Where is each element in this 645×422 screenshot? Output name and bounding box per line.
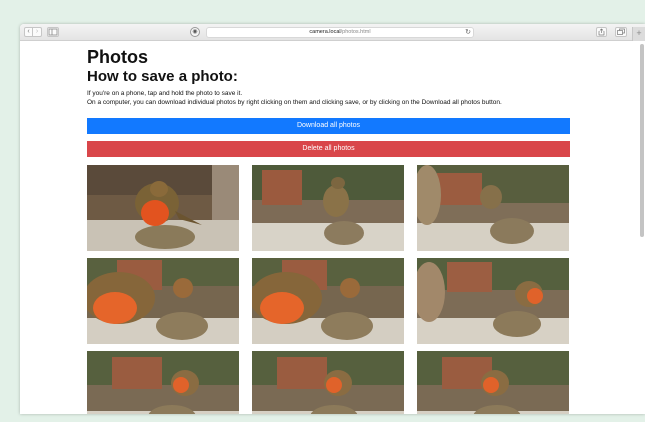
page-body: Photos How to save a photo: If you're on… [87, 41, 570, 414]
instruction-phone: If you're on a phone, tap and hold the p… [87, 90, 243, 97]
page-subtitle: How to save a photo: [87, 68, 238, 85]
photo-thumbnail[interactable] [87, 165, 239, 251]
page-content: Photos How to save a photo: If you're on… [20, 41, 645, 414]
photo-thumbnail[interactable] [417, 165, 569, 251]
page-title: Photos [87, 47, 148, 67]
browser-window: ‹ › ◉ camera.local/photos.html ↻ + Photo… [20, 24, 645, 414]
browser-toolbar: ‹ › ◉ camera.local/photos.html ↻ + [20, 24, 645, 41]
reload-icon[interactable]: ↻ [465, 28, 471, 37]
share-icon[interactable] [596, 27, 607, 37]
address-bar[interactable]: camera.local/photos.html ↻ [206, 27, 474, 38]
instruction-computer: On a computer, you can download individu… [87, 99, 502, 106]
photo-grid [87, 165, 570, 414]
photo-thumbnail[interactable] [87, 351, 239, 414]
plus-icon[interactable]: + [632, 27, 645, 41]
download-all-button[interactable]: Download all photos [87, 118, 570, 134]
photo-thumbnail[interactable] [252, 165, 404, 251]
delete-all-button[interactable]: Delete all photos [87, 141, 570, 157]
tabs-icon[interactable] [615, 27, 627, 37]
photo-thumbnail[interactable] [87, 258, 239, 344]
photo-thumbnail[interactable] [417, 258, 569, 344]
forward-icon[interactable]: › [33, 27, 42, 37]
sidebar-icon[interactable] [47, 27, 59, 37]
scrollbar[interactable] [640, 44, 644, 237]
photo-thumbnail[interactable] [417, 351, 569, 414]
url-host: camera.local [309, 29, 341, 35]
photo-thumbnail[interactable] [252, 258, 404, 344]
photo-thumbnail[interactable] [252, 351, 404, 414]
back-icon[interactable]: ‹ [24, 27, 33, 37]
url-path: /photos.html [340, 29, 371, 35]
shield-icon[interactable]: ◉ [190, 27, 200, 37]
